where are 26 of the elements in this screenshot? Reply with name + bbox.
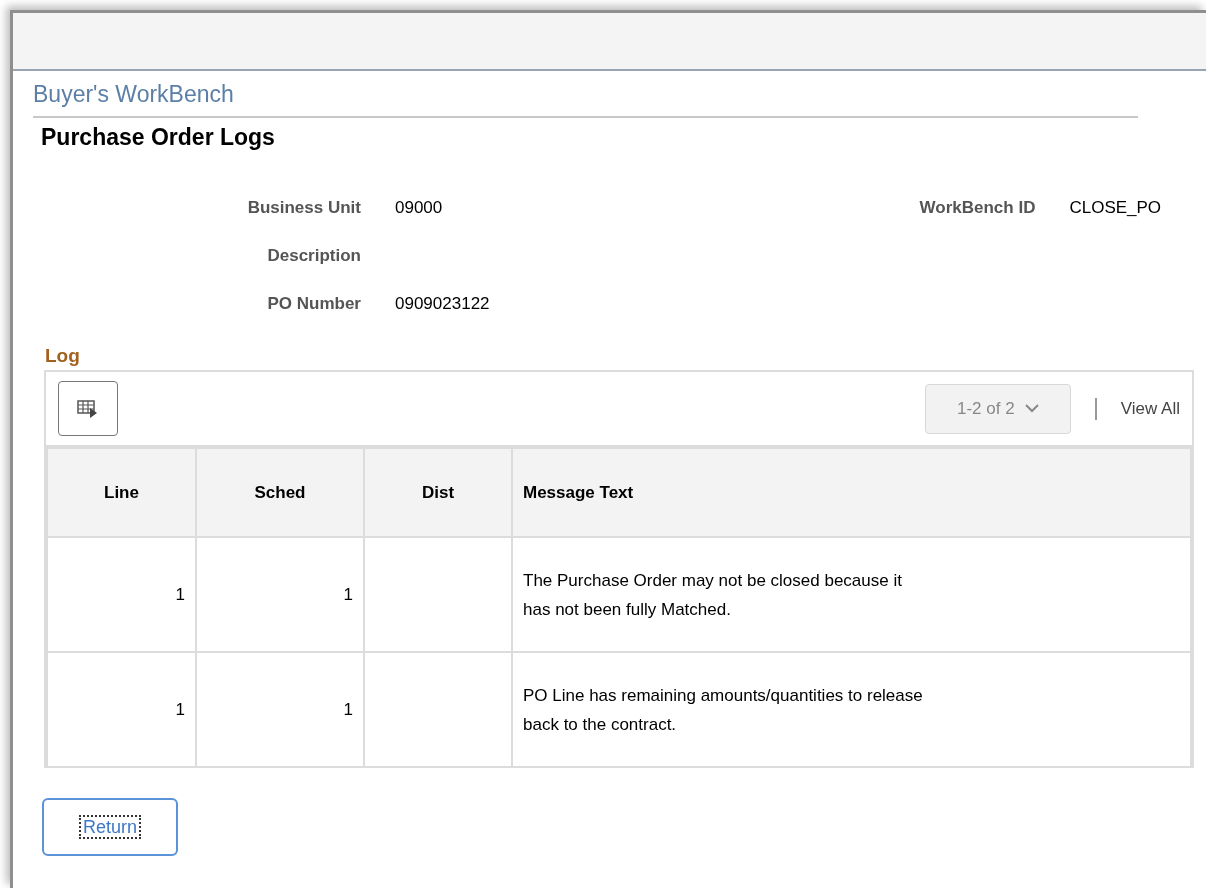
column-header: Line: [47, 448, 196, 537]
table-cell: 1: [47, 652, 196, 767]
table-cell: 1: [196, 652, 364, 767]
table-cell: 1: [196, 537, 364, 652]
field-value: CLOSE_PO: [1069, 197, 1162, 220]
breadcrumb-link[interactable]: Buyer's WorkBench: [33, 79, 234, 109]
field-value: 09000: [395, 197, 443, 220]
return-button[interactable]: Return: [42, 798, 178, 856]
table-icon: [77, 398, 99, 419]
field-value: 0909023122: [395, 293, 490, 316]
page-title: Purchase Order Logs: [41, 122, 276, 152]
section-title: Log: [45, 344, 81, 368]
column-header: Message Text: [512, 448, 1191, 537]
personalize-button[interactable]: [58, 381, 118, 436]
field-label: PO Number: [267, 293, 361, 316]
field-label: Business Unit: [247, 197, 361, 220]
table-cell-text: PO Line has remaining amounts/quantities to release back to the contract.: [523, 684, 923, 736]
field-label: WorkBench ID: [919, 197, 1036, 220]
pager-dropdown[interactable]: 1-2 of 2: [924, 383, 1071, 434]
field-label: Description: [267, 245, 361, 268]
column-header: Dist: [364, 448, 512, 537]
table-cell: 1: [47, 537, 196, 652]
chevron-down-icon: [1024, 404, 1039, 413]
column-header: Sched: [196, 448, 364, 537]
view-all-link[interactable]: View All: [1120, 395, 1180, 422]
table-cell-text: The Purchase Order may not be closed because it has not been fully Matched.: [523, 569, 903, 621]
